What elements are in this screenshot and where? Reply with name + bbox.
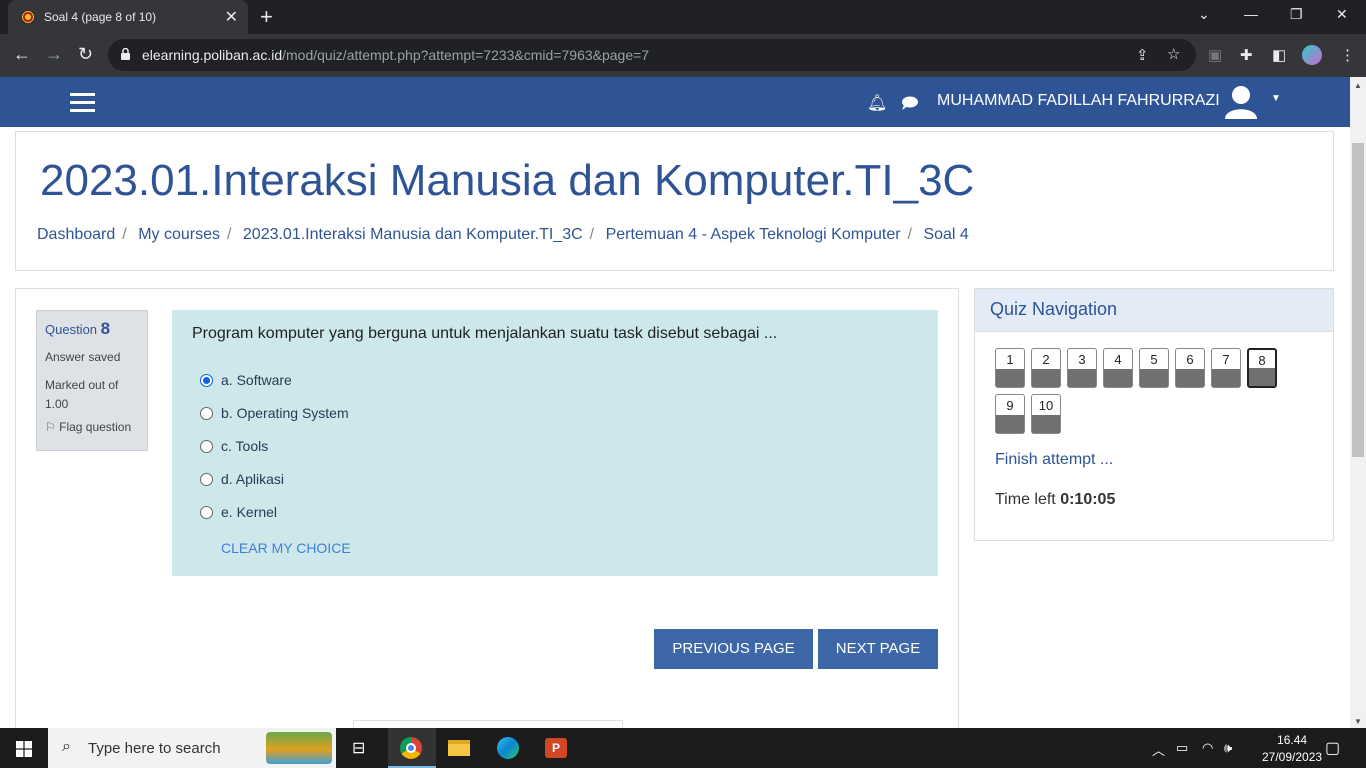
flag-question[interactable]: ⚐ Flag question: [45, 418, 139, 437]
radio-option-d[interactable]: [200, 473, 213, 486]
search-placeholder: Type here to search: [88, 740, 221, 757]
hamburger-menu-icon[interactable]: [70, 93, 95, 113]
user-menu-caret-icon[interactable]: ▼: [1271, 93, 1281, 104]
finish-attempt-link[interactable]: Finish attempt ...: [995, 451, 1113, 469]
tab-title: Soal 4 (page 8 of 10): [44, 10, 157, 24]
breadcrumb-course[interactable]: 2023.01.Interaksi Manusia dan Komputer.T…: [243, 226, 583, 243]
site-favicon-icon: [20, 9, 36, 25]
quiz-nav-question-4[interactable]: 4: [1103, 348, 1133, 388]
page-header: 2023.01.Interaksi Manusia dan Komputer.T…: [15, 131, 1334, 271]
breadcrumb-my-courses[interactable]: My courses: [138, 226, 220, 243]
minimize-icon[interactable]: —: [1244, 6, 1258, 22]
radio-option-e[interactable]: [200, 506, 213, 519]
main-region: Question 8 Answer saved Marked out of 1.…: [15, 288, 959, 740]
notification-bell-icon[interactable]: 🔔︎: [867, 93, 887, 113]
lock-icon: [121, 48, 130, 60]
messages-icon[interactable]: [901, 96, 919, 110]
side-panel-icon[interactable]: ◧: [1272, 46, 1286, 64]
question-content: Program komputer yang berguna untuk menj…: [172, 310, 938, 576]
quiz-nav-question-10[interactable]: 10: [1031, 394, 1061, 434]
answer-option-b[interactable]: b. Operating System: [200, 405, 349, 421]
answer-option-c[interactable]: c. Tools: [200, 438, 268, 454]
edge-icon[interactable]: [484, 728, 532, 768]
quiz-navigation: Quiz Navigation 1 2 3 4 5 6 7 8 9 10 Fin…: [974, 288, 1334, 541]
quiz-nav-question-6[interactable]: 6: [1175, 348, 1205, 388]
question-number: Question 8: [45, 319, 111, 338]
radio-option-b[interactable]: [200, 407, 213, 420]
menu-dots-icon[interactable]: ⋮: [1340, 46, 1355, 64]
tab-search-chevron-icon[interactable]: ⌄: [1198, 6, 1210, 23]
volume-icon[interactable]: 🕪︎: [1224, 740, 1232, 756]
question-text: Program komputer yang berguna untuk menj…: [192, 325, 778, 342]
next-page-button[interactable]: NEXT PAGE: [818, 629, 938, 669]
breadcrumb-quiz[interactable]: Soal 4: [923, 226, 968, 243]
user-name[interactable]: MUHAMMAD FADILLAH FAHRURRAZI: [937, 92, 1220, 110]
wifi-icon[interactable]: ◠: [1202, 740, 1213, 756]
quiz-nav-question-3[interactable]: 3: [1067, 348, 1097, 388]
user-avatar-icon[interactable]: [1224, 84, 1258, 120]
taskbar-clock[interactable]: 16.44 27/09/2023: [1262, 732, 1322, 766]
answer-option-d[interactable]: d. Aplikasi: [200, 471, 284, 487]
chrome-taskbar-icon[interactable]: [388, 728, 436, 768]
scrollbar-thumb[interactable]: [1352, 143, 1364, 457]
breadcrumb: Dashboard / My courses/ 2023.01.Interaksi…: [37, 226, 969, 243]
browser-toolbar: ← → ↻ elearning.poliban.ac.id/mod/quiz/a…: [0, 34, 1366, 77]
powerpoint-icon[interactable]: P: [532, 728, 580, 768]
new-tab-icon[interactable]: +: [260, 4, 273, 30]
previous-page-button[interactable]: PREVIOUS PAGE: [654, 629, 813, 669]
question-mark: Marked out of 1.00: [45, 378, 119, 411]
quiz-nav-question-2[interactable]: 2: [1031, 348, 1061, 388]
scroll-down-icon[interactable]: ▼: [1354, 717, 1362, 726]
browser-tab[interactable]: Soal 4 (page 8 of 10) ✕: [8, 0, 248, 34]
flag-icon: ⚐: [45, 420, 56, 434]
quiz-nav-question-5[interactable]: 5: [1139, 348, 1169, 388]
page-scrollbar[interactable]: ▲ ▼: [1350, 77, 1366, 728]
quiz-nav-question-8[interactable]: 8: [1247, 348, 1277, 388]
reload-icon[interactable]: ↻: [78, 44, 93, 65]
restore-icon[interactable]: ❐: [1290, 6, 1303, 23]
puzzle-icon[interactable]: ✚: [1240, 46, 1253, 64]
windows-start-icon[interactable]: [16, 741, 32, 757]
close-window-icon[interactable]: ✕: [1336, 6, 1348, 23]
battery-icon[interactable]: ▭: [1176, 740, 1188, 756]
timer-value: 0:10:05: [1060, 491, 1116, 508]
breadcrumb-section[interactable]: Pertemuan 4 - Aspek Teknologi Komputer: [606, 226, 901, 243]
close-tab-icon[interactable]: ✕: [225, 7, 238, 27]
profile-icon[interactable]: [1302, 45, 1322, 65]
question-status: Answer saved: [45, 350, 121, 364]
search-icon: ⌕: [62, 738, 71, 755]
time-left: Time left 0:10:05: [995, 491, 1116, 508]
answer-option-a[interactable]: a. Software: [200, 372, 292, 388]
bookmark-star-icon[interactable]: ☆: [1167, 45, 1180, 63]
clear-choice-link[interactable]: CLEAR MY CHOICE: [221, 540, 351, 556]
back-icon[interactable]: ←: [13, 44, 31, 65]
windows-taskbar: ⌕ Type here to search ⊟ P ︿ ▭ ◠ 🕪︎ 16.44…: [0, 728, 1366, 768]
file-explorer-icon[interactable]: [436, 728, 484, 768]
taskbar-search[interactable]: ⌕ Type here to search: [48, 728, 336, 768]
question-info: Question 8 Answer saved Marked out of 1.…: [36, 310, 148, 451]
quiz-navigation-title: Quiz Navigation: [975, 289, 1333, 332]
scroll-up-icon[interactable]: ▲: [1354, 81, 1362, 90]
tray-chevron-icon[interactable]: ︿: [1152, 740, 1165, 759]
share-icon[interactable]: ⇪: [1136, 46, 1149, 64]
browser-tab-strip: Soal 4 (page 8 of 10) ✕ + ⌄ — ❐ ✕: [0, 0, 1366, 34]
answer-option-e[interactable]: e. Kernel: [200, 504, 277, 520]
quiz-nav-question-1[interactable]: 1: [995, 348, 1025, 388]
site-navbar: 🔔︎ MUHAMMAD FADILLAH FAHRURRAZI ▼: [0, 77, 1350, 127]
breadcrumb-dashboard[interactable]: Dashboard: [37, 226, 115, 243]
quiz-nav-question-7[interactable]: 7: [1211, 348, 1241, 388]
task-view-icon[interactable]: ⊟: [340, 728, 388, 768]
url-text: elearning.poliban.ac.id/mod/quiz/attempt…: [142, 47, 650, 63]
course-title: 2023.01.Interaksi Manusia dan Komputer.T…: [40, 156, 975, 205]
radio-option-a[interactable]: [200, 374, 213, 387]
quiz-nav-question-9[interactable]: 9: [995, 394, 1025, 434]
address-bar[interactable]: elearning.poliban.ac.id/mod/quiz/attempt…: [108, 39, 1196, 71]
extension-icon[interactable]: ▣: [1208, 46, 1222, 64]
notification-center-icon[interactable]: ▢: [1325, 738, 1340, 758]
search-highlight-image: [266, 732, 332, 764]
radio-option-c[interactable]: [200, 440, 213, 453]
forward-icon[interactable]: →: [45, 44, 63, 65]
